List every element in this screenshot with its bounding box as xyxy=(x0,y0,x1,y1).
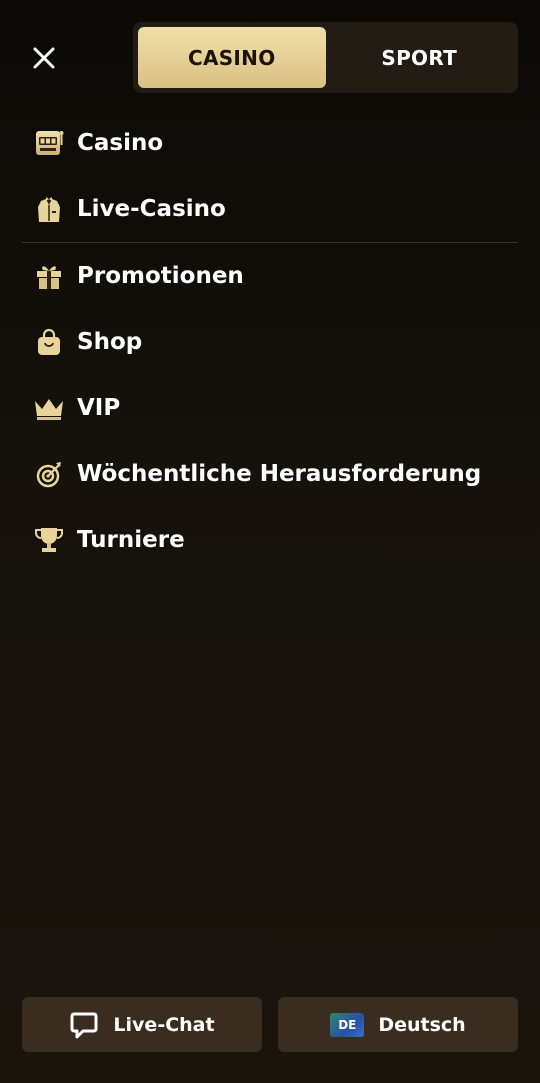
live-chat-button[interactable]: Live-Chat xyxy=(22,997,262,1052)
menu-item-label: Promotionen xyxy=(77,263,244,289)
menu-item-casino[interactable]: Casino xyxy=(22,110,518,176)
tab-casino[interactable]: CASINO xyxy=(138,27,326,88)
menu-item-live-casino[interactable]: Live-Casino xyxy=(22,176,518,242)
language-label: Deutsch xyxy=(378,1013,466,1036)
target-icon xyxy=(33,458,65,490)
menu-item-vip[interactable]: VIP xyxy=(22,375,518,441)
live-chat-label: Live-Chat xyxy=(113,1013,215,1036)
chat-bubble-icon xyxy=(70,1012,98,1038)
gift-icon xyxy=(33,260,65,292)
close-button[interactable] xyxy=(26,40,62,76)
menu-item-label: Wöchentliche Herausforderung xyxy=(77,461,482,487)
menu-item-label: Shop xyxy=(77,329,143,355)
footer-actions: Live-Chat DE Deutsch xyxy=(22,997,518,1052)
menu-item-label: Turniere xyxy=(77,527,185,553)
menu-item-shop[interactable]: Shop xyxy=(22,309,518,375)
menu-item-turniere[interactable]: Turniere xyxy=(22,507,518,573)
menu-item-label: VIP xyxy=(77,395,121,421)
menu-item-label: Live-Casino xyxy=(77,196,226,222)
menu-item-promotionen[interactable]: Promotionen xyxy=(22,243,518,309)
close-icon xyxy=(33,47,55,69)
trophy-icon xyxy=(33,524,65,556)
product-switcher: CASINO SPORT xyxy=(133,22,518,93)
main-menu: Casino Live-Casino Promotionen Shop VIP … xyxy=(22,110,518,573)
language-flag-icon: DE xyxy=(330,1012,365,1037)
menu-item-weekly-challenge[interactable]: Wöchentliche Herausforderung xyxy=(22,441,518,507)
slot-machine-icon xyxy=(33,127,65,159)
tab-sport[interactable]: SPORT xyxy=(326,27,514,88)
crown-icon xyxy=(33,392,65,424)
menu-item-label: Casino xyxy=(77,130,164,156)
language-button[interactable]: DE Deutsch xyxy=(278,997,518,1052)
shopping-bag-icon xyxy=(33,326,65,358)
dealer-icon xyxy=(33,193,65,225)
